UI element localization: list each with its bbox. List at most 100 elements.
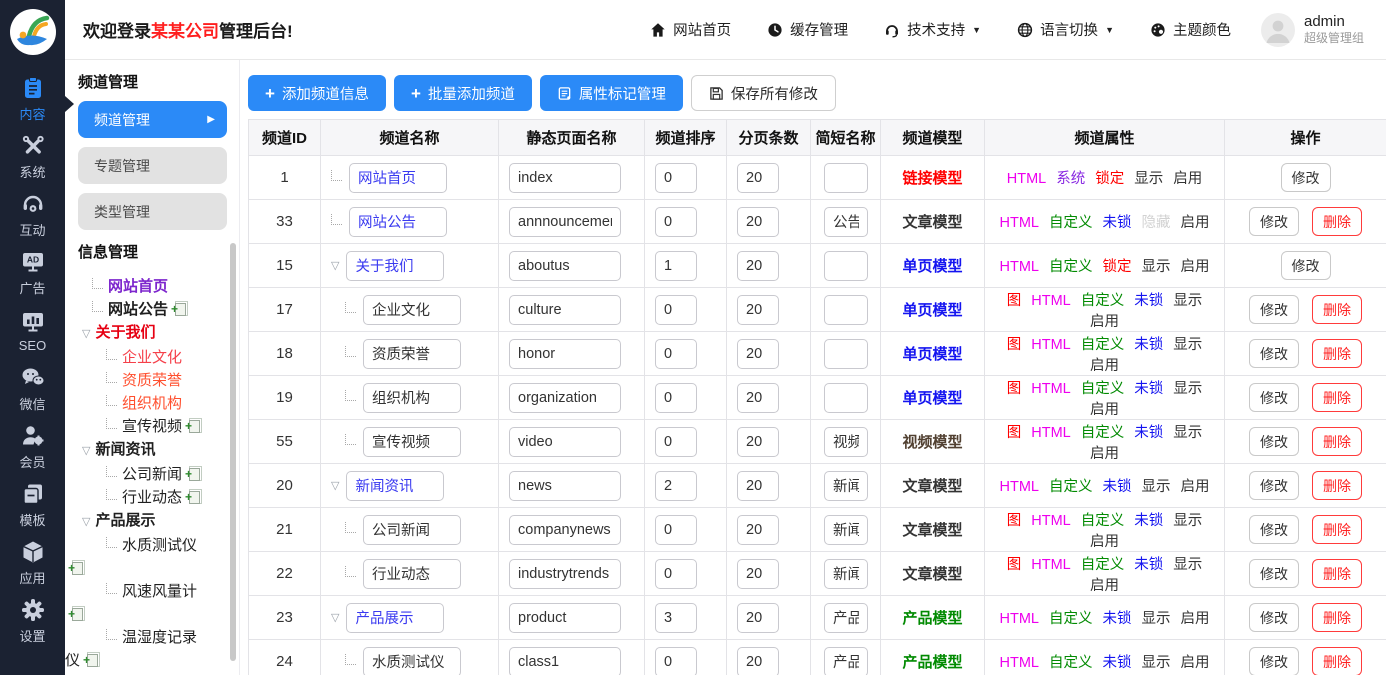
delete-button[interactable]: 删除 <box>1312 647 1362 675</box>
static-page-name-input[interactable] <box>509 427 621 457</box>
page-size-input[interactable] <box>737 251 779 281</box>
channel-sort-input[interactable] <box>655 559 697 589</box>
edit-button[interactable]: 修改 <box>1249 559 1299 588</box>
attr-label[interactable]: 图 <box>1007 425 1022 441</box>
user-menu[interactable]: admin 超级管理组 <box>1261 13 1364 47</box>
attr-label[interactable]: 锁定 <box>1095 171 1124 187</box>
attr-label[interactable]: 启用 <box>1180 655 1209 671</box>
short-name-input[interactable] <box>824 427 868 457</box>
edit-button[interactable]: 修改 <box>1249 295 1299 324</box>
edit-button[interactable]: 修改 <box>1249 207 1299 236</box>
attr-label[interactable]: HTML <box>1031 293 1070 309</box>
channel-name-input[interactable] <box>349 207 447 237</box>
edit-button[interactable]: 修改 <box>1249 427 1299 456</box>
expander-icon[interactable]: ▽ <box>331 611 339 624</box>
nav-tech-support[interactable]: 技术支持 ▼ <box>884 19 981 40</box>
channel-name-input[interactable] <box>346 603 444 633</box>
channel-name-input[interactable] <box>363 515 461 545</box>
add-doc-icon[interactable] <box>175 303 186 316</box>
attr-label[interactable]: 系统 <box>1056 171 1085 187</box>
attr-label[interactable]: 启用 <box>1090 314 1119 330</box>
attr-label[interactable]: 启用 <box>1090 534 1119 550</box>
tree-item[interactable]: ▽新闻资讯 <box>65 438 210 463</box>
delete-button[interactable]: 删除 <box>1312 603 1362 632</box>
nav-language-switch[interactable]: 语言切换 ▼ <box>1017 19 1114 40</box>
add-doc-icon[interactable] <box>189 420 200 433</box>
sidebar-item-apps[interactable]: 应用 <box>0 534 65 592</box>
nav-site-home[interactable]: 网站首页 <box>650 19 731 40</box>
delete-button[interactable]: 删除 <box>1312 207 1362 236</box>
edit-button[interactable]: 修改 <box>1249 339 1299 368</box>
page-size-input[interactable] <box>737 383 779 413</box>
attr-label[interactable]: 自定义 <box>1049 611 1093 627</box>
channel-sort-input[interactable] <box>655 207 697 237</box>
attr-label[interactable]: 启用 <box>1180 215 1209 231</box>
page-size-input[interactable] <box>737 603 779 633</box>
attr-label[interactable]: 显示 <box>1141 611 1170 627</box>
attr-label[interactable]: 自定义 <box>1081 513 1125 529</box>
static-page-name-input[interactable] <box>509 559 621 589</box>
channel-sort-input[interactable] <box>655 163 697 193</box>
attr-label[interactable]: 自定义 <box>1049 479 1093 495</box>
page-size-input[interactable] <box>737 471 779 501</box>
attr-label[interactable]: HTML <box>1000 655 1039 671</box>
short-name-input[interactable] <box>824 251 868 281</box>
channel-sort-input[interactable] <box>655 383 697 413</box>
tree-item[interactable]: 企业文化 <box>65 346 210 369</box>
tree-item[interactable]: 行业动态 <box>65 486 210 509</box>
sidebar-item-seo[interactable]: SEO <box>0 302 65 360</box>
attr-label[interactable]: 未锁 <box>1102 611 1131 627</box>
attr-label[interactable]: 显示 <box>1173 381 1202 397</box>
short-name-input[interactable] <box>824 471 868 501</box>
attr-label[interactable]: 启用 <box>1090 402 1119 418</box>
attr-label[interactable]: HTML <box>1000 215 1039 231</box>
delete-button[interactable]: 删除 <box>1312 427 1362 456</box>
page-size-input[interactable] <box>737 207 779 237</box>
page-size-input[interactable] <box>737 163 779 193</box>
expander-icon[interactable]: ▽ <box>331 479 339 492</box>
attr-label[interactable]: 未锁 <box>1102 215 1131 231</box>
attr-label[interactable]: 显示 <box>1173 513 1202 529</box>
app-logo[interactable] <box>9 8 57 56</box>
channel-name-input[interactable] <box>349 163 447 193</box>
attr-label[interactable]: 自定义 <box>1081 337 1125 353</box>
short-name-input[interactable] <box>824 339 868 369</box>
tree-item[interactable]: 水质测试仪 <box>65 534 210 580</box>
attr-label[interactable]: HTML <box>1000 479 1039 495</box>
page-size-input[interactable] <box>737 427 779 457</box>
channel-sort-input[interactable] <box>655 471 697 501</box>
attr-label[interactable]: 图 <box>1007 381 1022 397</box>
sidebar-item-system[interactable]: 系统 <box>0 128 65 186</box>
delete-button[interactable]: 删除 <box>1312 339 1362 368</box>
short-name-input[interactable] <box>824 383 868 413</box>
sidebar-item-settings[interactable]: 设置 <box>0 592 65 650</box>
attr-label[interactable]: 自定义 <box>1081 425 1125 441</box>
attr-label[interactable]: 未锁 <box>1134 337 1163 353</box>
tree-scrollbar[interactable] <box>230 243 236 661</box>
attr-label[interactable]: 显示 <box>1173 557 1202 573</box>
attr-label[interactable]: 图 <box>1007 557 1022 573</box>
delete-button[interactable]: 删除 <box>1312 295 1362 324</box>
attr-label[interactable]: 自定义 <box>1049 259 1093 275</box>
attr-label[interactable]: 锁定 <box>1102 259 1131 275</box>
add-doc-icon[interactable] <box>87 654 98 667</box>
static-page-name-input[interactable] <box>509 603 621 633</box>
static-page-name-input[interactable] <box>509 163 621 193</box>
attr-label[interactable]: 启用 <box>1180 611 1209 627</box>
static-page-name-input[interactable] <box>509 207 621 237</box>
tree-item[interactable]: ▽关于我们 <box>65 321 210 346</box>
attr-label[interactable]: 启用 <box>1090 358 1119 374</box>
page-size-input[interactable] <box>737 515 779 545</box>
expander-icon[interactable]: ▽ <box>82 440 90 463</box>
delete-button[interactable]: 删除 <box>1312 471 1362 500</box>
attr-label[interactable]: 显示 <box>1141 259 1170 275</box>
attr-label[interactable]: 未锁 <box>1134 293 1163 309</box>
sidebar-item-members[interactable]: 会员 <box>0 418 65 476</box>
attr-label[interactable]: HTML <box>1031 337 1070 353</box>
short-name-input[interactable] <box>824 559 868 589</box>
attr-label[interactable]: 显示 <box>1173 293 1202 309</box>
attr-label[interactable]: 自定义 <box>1049 655 1093 671</box>
edit-button[interactable]: 修改 <box>1249 383 1299 412</box>
attr-label[interactable]: 启用 <box>1173 171 1202 187</box>
sidebar-item-content[interactable]: 内容 <box>0 70 65 128</box>
